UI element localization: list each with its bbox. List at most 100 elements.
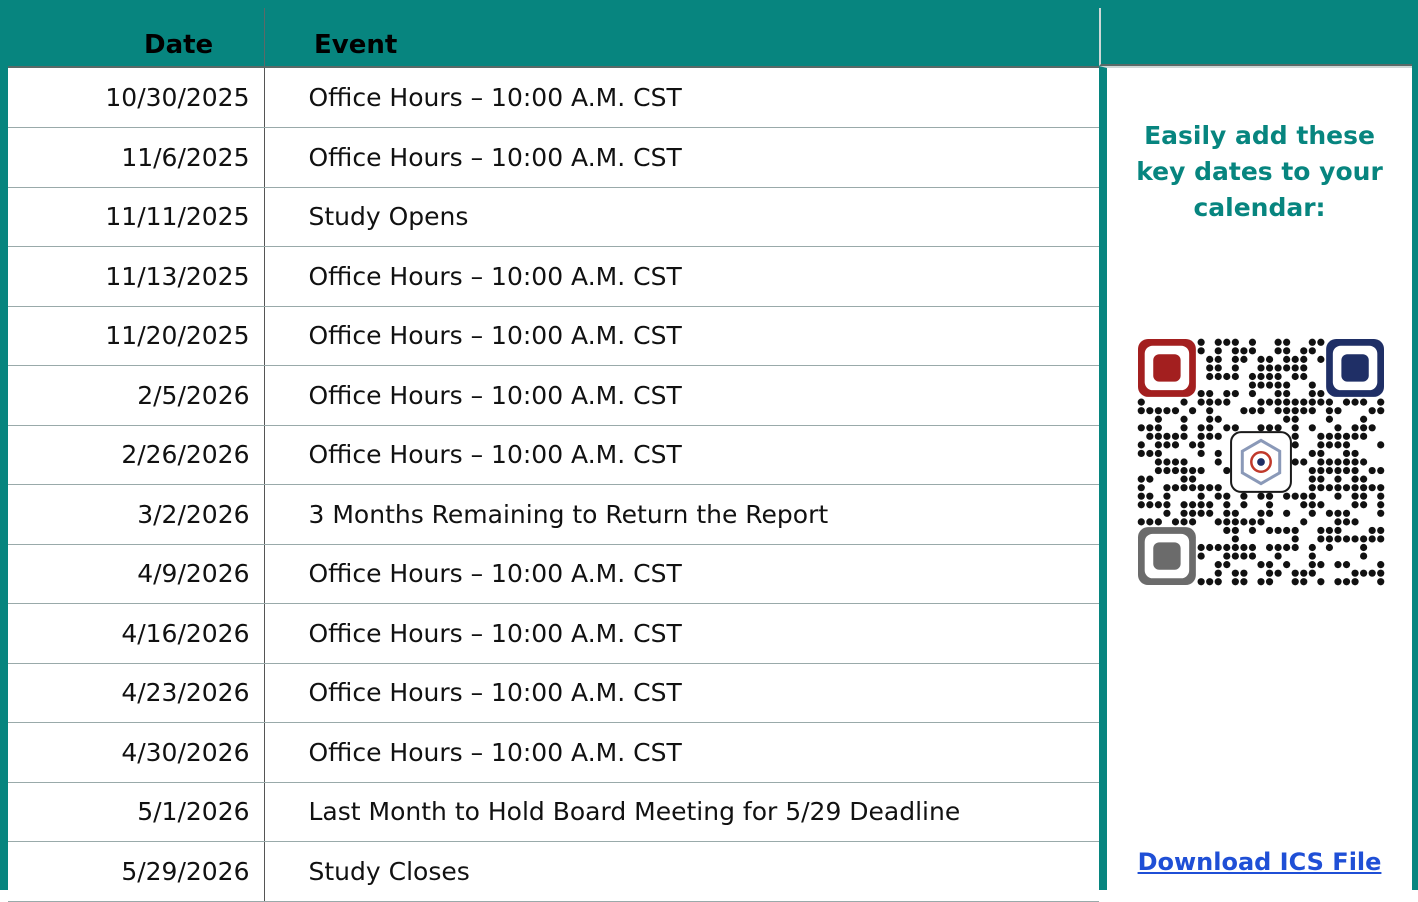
qr-module (1317, 561, 1325, 569)
qr-module (1351, 449, 1359, 458)
event-name: Office Hours – 10:00 A.M. CST (264, 722, 1099, 783)
qr-module (1257, 381, 1265, 389)
qr-module (1248, 372, 1257, 381)
qr-module (1334, 466, 1342, 475)
qr-module (1163, 501, 1171, 509)
qr-module (1171, 458, 1180, 466)
qr-module (1188, 475, 1197, 483)
event-date: 4/9/2026 (8, 544, 265, 604)
qr-module (1240, 518, 1248, 526)
qr-module (1300, 407, 1308, 415)
qr-module (1163, 458, 1171, 466)
qr-module (1377, 535, 1385, 543)
qr-module (1300, 578, 1308, 586)
event-date: 10/30/2025 (8, 68, 265, 128)
qr-module (1137, 475, 1145, 483)
qr-module (1240, 347, 1248, 355)
qr-module (1214, 458, 1222, 466)
qr-module (1231, 535, 1239, 543)
qr-module (1223, 543, 1231, 552)
qr-module (1308, 424, 1316, 432)
qr-module (1317, 398, 1325, 406)
qr-module (1137, 424, 1145, 432)
table-row: 4/9/2026 Office Hours – 10:00 A.M. CST (8, 544, 1099, 604)
qr-module (1231, 509, 1239, 517)
qr-module (1214, 449, 1222, 458)
qr-module (1317, 449, 1325, 458)
qr-module (1206, 364, 1214, 372)
qr-module (1197, 509, 1205, 517)
qr-module (1351, 492, 1359, 500)
qr-module (1154, 415, 1162, 423)
qr-module (1137, 449, 1145, 458)
qr-module (1265, 561, 1274, 569)
qr-module (1146, 492, 1154, 500)
qr-module (1334, 535, 1342, 543)
qr-module (1317, 501, 1325, 509)
column-header-date: Date (144, 30, 214, 60)
qr-module (1197, 424, 1205, 432)
event-date: 11/13/2025 (8, 246, 265, 307)
qr-module (1291, 578, 1299, 586)
qr-module (1317, 432, 1325, 440)
qr-module (1180, 475, 1188, 483)
qr-module (1223, 492, 1231, 500)
qr-module (1137, 441, 1145, 449)
qr-module (1308, 543, 1316, 552)
download-ics-link[interactable]: Download ICS File (1107, 848, 1412, 876)
qr-module (1308, 492, 1316, 500)
qr-module (1300, 355, 1308, 363)
qr-module (1368, 526, 1376, 535)
qr-module (1368, 569, 1376, 577)
qr-module (1342, 441, 1351, 449)
table-row: 3/2/2026 3 Months Remaining to Return the… (8, 484, 1099, 545)
qr-module (1377, 526, 1385, 535)
qr-module (1360, 432, 1368, 440)
qr-finder-top-right-eye (1341, 354, 1369, 382)
qr-module (1317, 441, 1325, 449)
qr-module (1171, 432, 1180, 440)
qr-module (1197, 398, 1205, 406)
qr-module (1351, 535, 1359, 543)
qr-module (1334, 424, 1342, 432)
qr-module (1342, 484, 1351, 492)
qr-module (1163, 466, 1171, 475)
qr-module (1274, 372, 1282, 381)
qr-module (1368, 424, 1376, 432)
qr-module (1171, 441, 1180, 449)
qr-code-icon[interactable] (1137, 338, 1385, 586)
qr-module (1283, 509, 1291, 517)
qr-module (1325, 509, 1334, 517)
qr-module (1377, 569, 1385, 577)
qr-module (1197, 501, 1205, 509)
qr-module (1206, 355, 1214, 363)
qr-module (1360, 484, 1368, 492)
qr-module (1180, 432, 1188, 440)
qr-module (1197, 338, 1205, 346)
qr-module (1197, 484, 1205, 492)
header-divider (264, 8, 265, 66)
qr-module (1342, 509, 1351, 517)
table-row: 2/5/2026 Office Hours – 10:00 A.M. CST (8, 365, 1099, 426)
qr-module (1214, 338, 1222, 346)
qr-module (1351, 432, 1359, 440)
qr-module (1231, 389, 1239, 398)
column-header-event: Event (314, 30, 398, 60)
qr-module (1197, 578, 1205, 586)
qr-module (1360, 415, 1368, 423)
qr-module (1351, 424, 1359, 432)
qr-module (1265, 569, 1274, 577)
qr-module (1368, 484, 1376, 492)
qr-module (1265, 501, 1274, 509)
qr-module (1342, 398, 1351, 406)
qr-module (1334, 526, 1342, 535)
table-row: 11/13/2025 Office Hours – 10:00 A.M. CST (8, 246, 1099, 307)
qr-module (1308, 338, 1316, 346)
qr-module (1317, 526, 1325, 535)
qr-module (1146, 501, 1154, 509)
qr-module (1300, 398, 1308, 406)
qr-module (1223, 398, 1231, 406)
qr-module (1265, 578, 1274, 586)
qr-module (1300, 569, 1308, 577)
qr-module (1146, 449, 1154, 458)
